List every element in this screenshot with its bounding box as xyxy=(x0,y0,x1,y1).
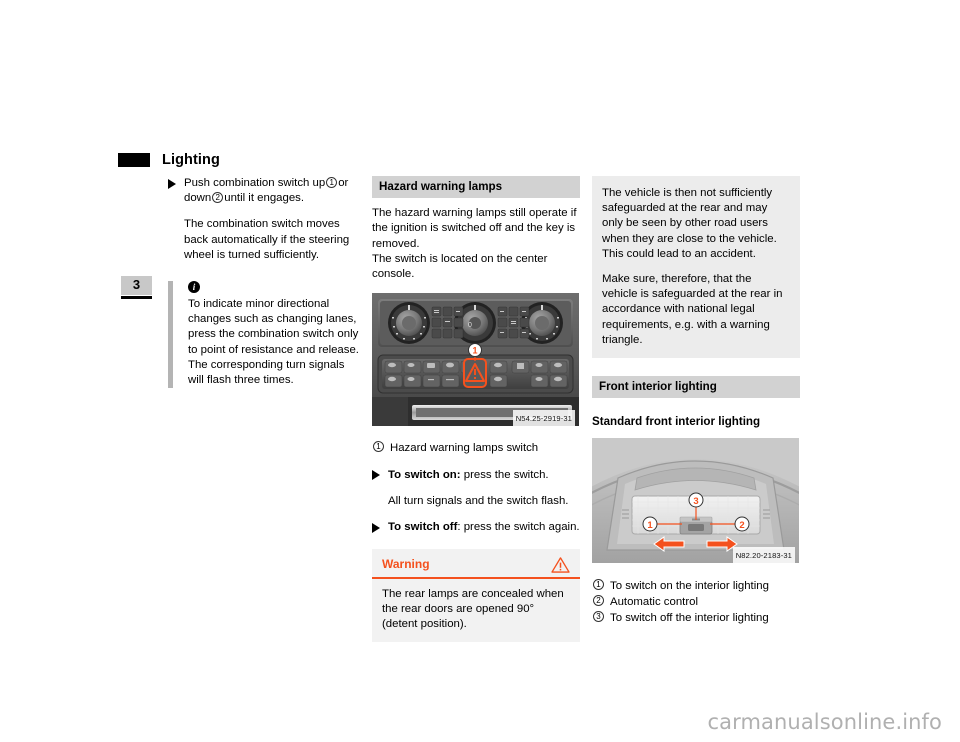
legend-item: 3 To switch off the interior lighting xyxy=(592,611,800,626)
legend-item: 2 Automatic control xyxy=(592,594,800,610)
legend-label: Automatic control xyxy=(610,595,698,608)
column-one: Push combination switch up 1 or down 2 until… xyxy=(168,176,360,389)
warning-continuation-box: The vehicle is then not sufficiently saf… xyxy=(592,176,800,359)
warning-box: Warning The rear lamps are concealed whe… xyxy=(372,549,580,643)
triangle-bullet-icon xyxy=(372,522,380,533)
svg-text:1: 1 xyxy=(472,346,477,356)
svg-text:2: 2 xyxy=(739,520,744,531)
note-accent-bar xyxy=(168,281,173,389)
instruction-bullet-switch-off: To switch off: press the switch again. xyxy=(372,520,580,535)
callout-marker-2: 2 xyxy=(593,594,604,606)
bullet-text-after: until it engages. xyxy=(224,192,305,205)
sub-heading-standard-front-interior-lighting: Standard front interior lighting xyxy=(592,415,761,429)
column-two: Hazard warning lamps The hazard warning … xyxy=(372,176,580,643)
watermark: carmanualsonline.info xyxy=(707,710,942,734)
svg-text:0: 0 xyxy=(468,322,472,329)
switch-off-text: : press the switch again. xyxy=(457,521,580,534)
warning-triangle-icon xyxy=(551,557,570,573)
center-console-photo: 0 1 xyxy=(372,293,579,427)
paragraph-hazard-operate: The hazard warning lamps still operate i… xyxy=(372,207,577,250)
figure-legend-console: 1 Hazard warning lamps switch xyxy=(372,441,580,456)
overhead-console-photo: 3 1 2 xyxy=(571,438,820,564)
info-paragraph-2: Make sure, therefore, that the vehicle i… xyxy=(602,273,783,346)
section-heading-hazard-warning-lamps: Hazard warning lamps xyxy=(372,176,580,199)
page-title: Lighting xyxy=(162,152,220,168)
paragraph-switch-location: The switch is located on the center cons… xyxy=(372,252,548,281)
callout-marker-3: 3 xyxy=(593,611,604,623)
switch-on-label: To switch on: xyxy=(388,468,461,481)
svg-text:3: 3 xyxy=(693,496,698,507)
svg-text:1: 1 xyxy=(647,520,653,531)
column-three: The vehicle is then not sufficiently saf… xyxy=(571,176,820,627)
chapter-number: 3 xyxy=(121,276,152,296)
info-icon: i xyxy=(188,281,200,294)
header-marker-icon xyxy=(118,153,150,167)
figure-legend-overhead: 1 To switch on the interior lighting 2 A… xyxy=(592,578,800,627)
manual-page: Lighting 3 Push combination switch up 1 or… xyxy=(0,0,960,742)
overhead-console-figure: 3 1 2 N82.20-2183-31 xyxy=(571,438,820,568)
callout-marker-1: 1 xyxy=(593,578,604,590)
legend-label: To switch on the interior lighting xyxy=(610,579,769,592)
bullet-text-before: Push combination switch up xyxy=(184,177,326,189)
triangle-bullet-icon xyxy=(168,178,176,189)
chapter-tab-rule xyxy=(121,296,152,300)
triangle-bullet-icon xyxy=(372,470,380,481)
legend-item: 1 Hazard warning lamps switch xyxy=(372,441,580,456)
switch-off-label: To switch off xyxy=(388,521,458,534)
chapter-tab: 3 xyxy=(121,276,152,300)
note-text: To indicate minor directional changes su… xyxy=(188,298,359,387)
legend-label: Hazard warning lamps switch xyxy=(390,442,539,455)
info-paragraph-1: The vehicle is then not sufficiently saf… xyxy=(602,187,777,260)
legend-label: To switch off the interior lighting xyxy=(610,612,769,625)
figure-caption-overhead: N82.20-2183-31 xyxy=(732,547,795,565)
callout-marker-1: 1 xyxy=(373,441,384,453)
switch-on-text: press the switch. xyxy=(463,468,549,481)
warning-body: The rear lamps are concealed when the re… xyxy=(372,579,580,643)
callout-marker-1: 1 xyxy=(326,177,338,188)
page-header: Lighting xyxy=(118,152,220,168)
warning-text: The rear lamps are concealed when the re… xyxy=(382,587,564,631)
figure-caption-console: N54.25-2919-31 xyxy=(512,410,575,428)
paragraph-turn-signals-flash: All turn signals and the switch flash. xyxy=(388,494,569,507)
instruction-bullet-push-switch: Push combination switch up 1 or down 2 until… xyxy=(168,176,360,206)
callout-marker-2: 2 xyxy=(212,192,224,204)
paragraph-switch-returns: The combination switch moves back automa… xyxy=(184,218,350,261)
warning-header: Warning xyxy=(372,549,580,577)
legend-item: 1 To switch on the interior lighting xyxy=(592,578,800,594)
note-block: i To indicate minor directional changes … xyxy=(168,281,360,389)
section-heading-front-interior-lighting: Front interior lighting xyxy=(592,376,800,399)
warning-title: Warning xyxy=(382,557,430,572)
instruction-bullet-switch-on: To switch on: press the switch. xyxy=(372,468,580,483)
center-console-figure: 0 1 N54.25-2919-31 xyxy=(372,293,580,431)
